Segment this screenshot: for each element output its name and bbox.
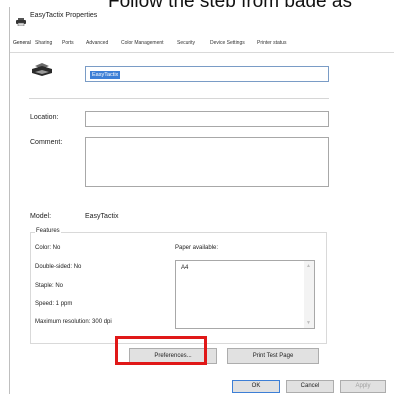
tab-device-settings[interactable]: Device Settings <box>210 40 245 46</box>
tab-advanced[interactable]: Advanced <box>86 40 108 46</box>
feature-max-resolution: Maximum resolution: 300 dpi <box>35 319 112 325</box>
tab-bar: General Sharing Ports Advanced Color Man… <box>10 38 394 53</box>
feature-double-sided: Double-sided: No <box>35 264 82 270</box>
printer-properties-dialog: EasyTactix Properties General Sharing Po… <box>9 7 394 394</box>
location-label: Location: <box>30 114 59 121</box>
printer-icon <box>16 13 26 31</box>
paper-list-scrollbar[interactable]: ▲ ▼ <box>304 261 314 328</box>
title-bar: EasyTactix Properties <box>10 7 394 27</box>
apply-button[interactable]: Apply <box>340 380 386 393</box>
features-title: Features <box>35 228 61 234</box>
scroll-down-icon[interactable]: ▼ <box>306 320 311 326</box>
tab-sharing[interactable]: Sharing <box>35 40 52 46</box>
feature-speed: Speed: 1 ppm <box>35 301 73 307</box>
tab-color-management[interactable]: Color Management <box>121 40 164 46</box>
tab-printer-status[interactable]: Printer status <box>257 40 286 46</box>
printer-large-icon <box>31 63 53 82</box>
paper-item[interactable]: A4 <box>181 265 188 271</box>
tab-security[interactable]: Security <box>177 40 195 46</box>
print-test-page-button[interactable]: Print Test Page <box>227 348 319 364</box>
tab-general[interactable]: General <box>13 40 31 46</box>
paper-available-label: Paper available: <box>175 245 219 251</box>
printer-name-field[interactable]: EasyTactix <box>85 66 329 82</box>
cancel-button[interactable]: Cancel <box>286 380 334 393</box>
paper-list[interactable]: A4 ▲ ▼ <box>175 260 315 329</box>
tab-ports[interactable]: Ports <box>62 40 74 46</box>
window-title: EasyTactix Properties <box>30 12 98 19</box>
ok-button[interactable]: OK <box>232 380 280 393</box>
scroll-up-icon[interactable]: ▲ <box>306 263 311 269</box>
preferences-button[interactable]: Preferences... <box>129 348 217 364</box>
divider <box>29 98 329 99</box>
model-value: EasyTactix <box>85 213 119 220</box>
model-label: Model: <box>30 213 52 220</box>
feature-color: Color: No <box>35 245 61 251</box>
location-input[interactable] <box>85 111 329 127</box>
general-tab-panel: EasyTactix Location: Comment: Model: Eas… <box>14 53 388 393</box>
comment-label: Comment: <box>30 139 63 146</box>
printer-name-text: EasyTactix <box>90 71 121 79</box>
feature-staple: Staple: No <box>35 283 64 289</box>
comment-input[interactable] <box>85 137 329 187</box>
